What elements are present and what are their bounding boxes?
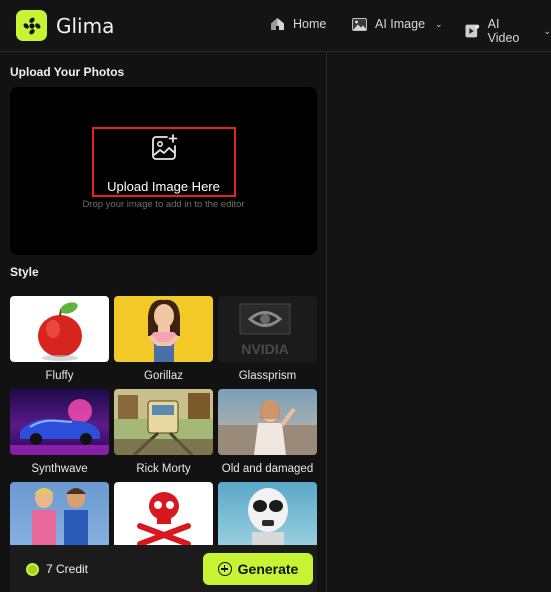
credit-indicator: 7 Credit <box>26 562 88 576</box>
add-image-icon <box>152 134 178 160</box>
chevron-down-icon: ⌄ <box>543 25 551 36</box>
upload-section-title: Upload Your Photos <box>10 65 125 79</box>
credit-count: 7 Credit <box>46 562 89 576</box>
style-card-gorillaz[interactable]: Gorillaz <box>114 296 213 382</box>
style-thumb <box>218 389 317 455</box>
upload-hint: Drop your image to add in to the editor <box>82 199 245 210</box>
nav-home-label: Home <box>293 17 327 31</box>
logo-icon <box>16 10 47 41</box>
preview-panel <box>328 52 551 592</box>
top-bar: Glima Home AI Image ⌄ AI Video ⌄ <box>0 0 551 52</box>
generate-label: Generate <box>237 561 299 577</box>
image-icon <box>352 17 367 31</box>
style-card-glassprism[interactable]: NVIDIA Glassprism <box>218 296 317 382</box>
style-card-synthwave[interactable]: Synthwave <box>10 389 109 475</box>
nav-home[interactable]: Home <box>270 17 326 31</box>
style-card-old-and-damaged[interactable]: Old and damaged <box>218 389 317 475</box>
style-label: Gorillaz <box>144 370 183 382</box>
style-label: Rick Morty <box>136 463 191 475</box>
video-icon <box>465 24 480 38</box>
glassprism-thumb-text: NVIDIA <box>241 341 288 357</box>
style-label: Old and damaged <box>221 463 314 475</box>
nav-ai-video[interactable]: AI Video ⌄ <box>465 17 551 45</box>
plus-circle-icon <box>217 562 232 576</box>
style-thumb <box>114 296 213 362</box>
style-label: Fluffy <box>45 370 74 382</box>
style-thumb <box>10 389 109 455</box>
style-thumb <box>10 482 109 548</box>
nav-ai-video-label: AI Video <box>487 17 520 45</box>
chevron-down-icon: ⌄ <box>435 18 443 29</box>
credit-icon <box>26 562 39 576</box>
brand[interactable]: Glima <box>16 10 114 41</box>
style-label: Glassprism <box>238 370 297 382</box>
upload-label: Upload Image Here <box>107 179 220 194</box>
nav-ai-image[interactable]: AI Image ⌄ <box>352 17 443 31</box>
generate-button[interactable]: Generate <box>203 553 313 585</box>
footer-bar: 7 Credit Generate <box>10 545 317 592</box>
style-thumb <box>114 389 213 455</box>
style-thumb <box>10 296 109 362</box>
style-label: Synthwave <box>31 463 88 475</box>
style-card-rick-morty[interactable]: Rick Morty <box>114 389 213 475</box>
style-thumb <box>114 482 213 548</box>
nav-ai-image-label: AI Image <box>375 17 426 31</box>
style-section-title: Style <box>10 265 39 279</box>
upload-dropzone[interactable]: Upload Image Here Drop your image to add… <box>10 87 317 255</box>
style-thumb <box>218 482 317 548</box>
home-icon <box>271 18 284 30</box>
left-panel: Upload Your Photos Upload Image Here Dro… <box>0 52 327 592</box>
brand-name: Glima <box>56 13 115 38</box>
style-card-fluffy[interactable]: Fluffy <box>10 296 109 382</box>
style-thumb: NVIDIA <box>218 296 317 362</box>
